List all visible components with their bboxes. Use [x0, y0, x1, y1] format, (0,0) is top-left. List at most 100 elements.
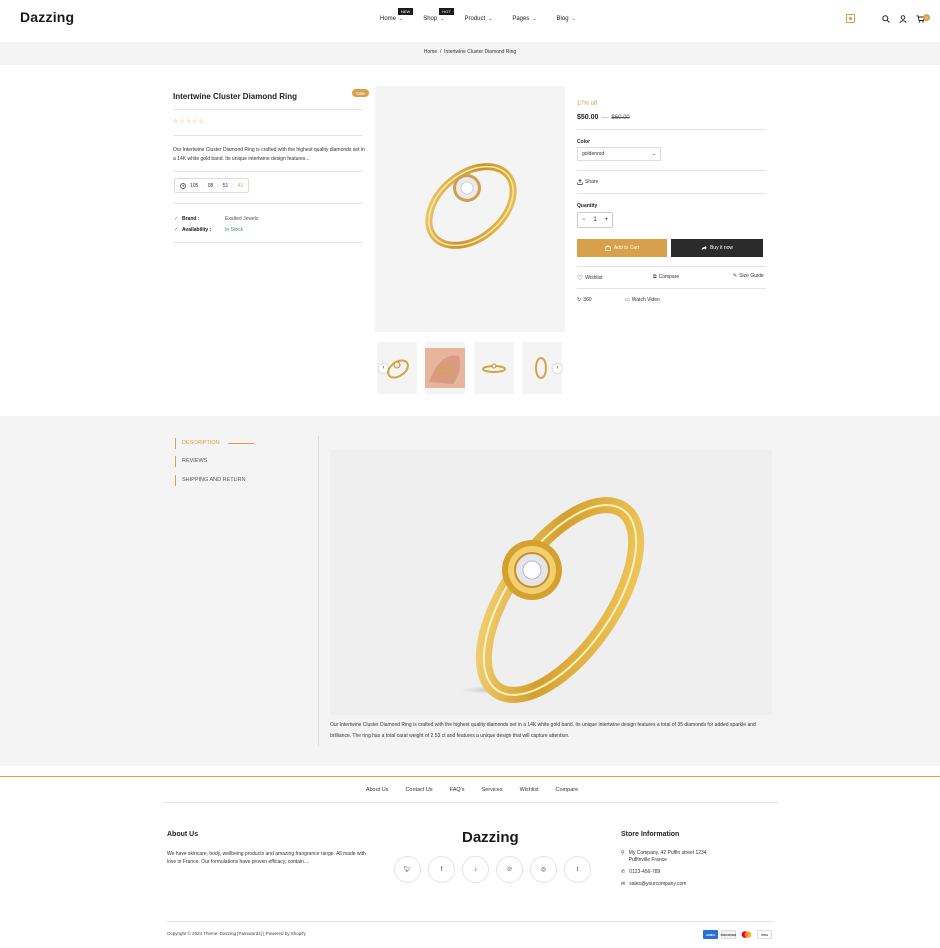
- share-icon: [577, 179, 583, 185]
- header-icons: 0: [846, 13, 930, 23]
- instagram-icon[interactable]: ◎: [530, 856, 557, 883]
- divider: [577, 129, 766, 130]
- footer-link-faqs[interactable]: FAQ's: [450, 787, 465, 793]
- compare-price: $60.00: [611, 115, 630, 121]
- product-meta: ✓ Brand : Exalted Jewels ✓ Availability : In…: [174, 214, 258, 236]
- divider: [173, 203, 363, 204]
- copyright-text: Copyright © 2024 Theme: Dazzing [Passwor…: [167, 931, 306, 936]
- brand-value[interactable]: Exalted Jewels: [225, 214, 258, 225]
- account-icon[interactable]: [899, 14, 907, 23]
- chevron-right-icon[interactable]: ›: [553, 364, 562, 373]
- about-heading: About Us: [167, 831, 199, 838]
- site-logo[interactable]: Dazzing: [20, 9, 74, 25]
- tabs-divider: [318, 436, 319, 746]
- divider: [163, 802, 778, 803]
- currency-icon[interactable]: [846, 14, 855, 23]
- nav-item-product[interactable]: Product ⌄: [464, 16, 492, 22]
- nav-label: Home: [380, 16, 397, 22]
- chevron-down-icon: ⌄: [399, 16, 404, 22]
- nav-badge-new: NEW: [398, 8, 414, 15]
- wishlist-button[interactable]: ♡ Wishlist: [577, 274, 603, 282]
- footer-link-contact[interactable]: Contact Us: [405, 787, 432, 793]
- add-to-cart-button[interactable]: Add to Cart: [577, 239, 667, 257]
- footer-link-compare[interactable]: Compare: [556, 787, 579, 793]
- compare-icon: ⧉: [653, 274, 657, 280]
- tumblr-icon[interactable]: t: [564, 856, 591, 883]
- cart-button[interactable]: 0: [916, 13, 930, 23]
- thumbnail-2[interactable]: [425, 342, 465, 394]
- compare-button[interactable]: ⧉ Compare: [653, 274, 679, 280]
- nav-item-blog[interactable]: Blog ⌄: [557, 16, 576, 22]
- phone-number[interactable]: 0123-456-789: [629, 869, 660, 876]
- timer-hours: 08: [207, 182, 214, 189]
- nav-badge-hot: HOT: [439, 8, 454, 15]
- share-button[interactable]: Share: [577, 179, 598, 185]
- tab-description[interactable]: DESCRIPTION: [175, 438, 220, 449]
- color-label: Color: [577, 139, 591, 145]
- divider: [173, 242, 363, 243]
- buy-now-label: Buy it now: [709, 245, 734, 251]
- price: $50.00— $60.00: [577, 114, 630, 121]
- minus-button[interactable]: −: [582, 217, 586, 223]
- footer-link-services[interactable]: Services: [481, 787, 502, 793]
- view-360-button[interactable]: ↻ 360: [577, 297, 592, 303]
- chevron-left-icon[interactable]: ‹: [379, 364, 388, 373]
- nav-label: Shop: [423, 16, 438, 22]
- bag-icon: [605, 245, 611, 251]
- color-select[interactable]: goldenrod ⌄: [577, 147, 661, 161]
- view-360-label: 360: [583, 297, 592, 303]
- share-label: Share: [585, 179, 599, 185]
- buy-now-button[interactable]: Buy it now: [671, 239, 763, 257]
- footer-links: About Us Contact Us FAQ's Services Wishl…: [0, 787, 940, 793]
- size-guide-button[interactable]: ✎ Size Guide: [733, 273, 764, 279]
- timer-minutes: 51: [222, 182, 229, 189]
- store-info-heading: Store Information: [621, 831, 680, 838]
- divider: [173, 171, 363, 172]
- search-icon[interactable]: [882, 14, 890, 23]
- chevron-down-icon: ⌄: [440, 16, 445, 22]
- tiktok-icon[interactable]: ♪: [462, 856, 489, 883]
- tab-reviews[interactable]: REVIEWS: [175, 456, 207, 467]
- nav-item-shop[interactable]: HOT Shop ⌄: [423, 8, 454, 22]
- product-title: Intertwine Cluster Diamond Ring: [173, 92, 298, 101]
- footer-logo[interactable]: Dazzing: [462, 829, 519, 846]
- breadcrumb-separator: /: [439, 49, 442, 55]
- timer-seconds: 41: [237, 182, 244, 189]
- footer-link-about[interactable]: About Us: [366, 787, 389, 793]
- visa-icon: VISA: [757, 930, 772, 939]
- chevron-down-icon: ⌄: [651, 151, 656, 157]
- discover-icon: DISCOVER: [721, 930, 736, 939]
- divider: [167, 921, 774, 922]
- wishlist-label: Wishlist: [585, 275, 603, 281]
- pinterest-icon[interactable]: ℗: [496, 856, 523, 883]
- plus-button[interactable]: +: [605, 217, 609, 223]
- chevron-down-icon: ⌄: [488, 16, 493, 22]
- facebook-icon[interactable]: f: [428, 856, 455, 883]
- arrow-icon: [701, 245, 707, 250]
- breadcrumb-current: Intertwine Cluster Diamond Ring: [444, 49, 517, 55]
- address-line-1: My Company, 42 Puffin street 1234: [628, 850, 707, 856]
- email-address[interactable]: sales@yourcompany.com: [629, 881, 686, 888]
- description-image: [330, 450, 772, 715]
- product-main-image[interactable]: [375, 86, 565, 332]
- store-address: ⚲ My Company, 42 Puffin street 1234 Puffi…: [621, 850, 707, 864]
- address-line-2: Puffinville France: [628, 857, 667, 863]
- color-select-value: goldenrod: [582, 151, 605, 157]
- current-price: $50.00: [577, 114, 599, 121]
- add-to-cart-label: Add to Cart: [613, 245, 640, 251]
- twitter-icon[interactable]: 🐦︎: [394, 856, 421, 883]
- watch-video-button[interactable]: ▭ Watch Video: [625, 297, 660, 303]
- nav-item-home[interactable]: NEW Home ⌄: [380, 8, 414, 22]
- availability-value: In Stock: [225, 227, 244, 233]
- quantity-value[interactable]: 1: [593, 217, 596, 223]
- chevron-down-icon: ⌄: [571, 16, 576, 22]
- rating-stars[interactable]: ☆☆☆☆☆: [173, 118, 205, 125]
- footer-link-wishlist[interactable]: Wishlist: [520, 787, 539, 793]
- check-icon: ✓: [174, 216, 179, 222]
- tab-shipping[interactable]: SHIPPING AND RETURN: [175, 475, 246, 486]
- nav-item-pages[interactable]: Pages ⌄: [512, 16, 536, 22]
- thumbnail-3[interactable]: [474, 342, 514, 394]
- breadcrumb-home[interactable]: Home: [424, 49, 437, 55]
- amex-icon: AMEX: [703, 930, 718, 939]
- divider: [577, 170, 766, 171]
